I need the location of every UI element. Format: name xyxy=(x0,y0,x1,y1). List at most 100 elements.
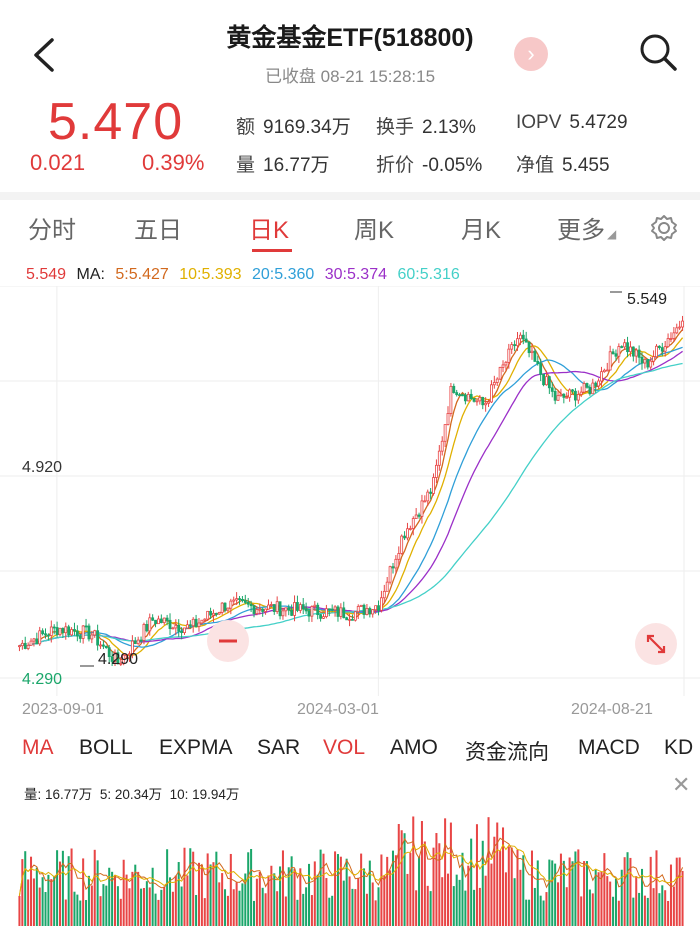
candle-body xyxy=(568,389,572,398)
candle-body xyxy=(518,334,522,340)
next-stock-button[interactable]: › xyxy=(514,37,548,71)
candle-body xyxy=(533,350,537,362)
tab-monthly-k[interactable]: 月K xyxy=(461,210,501,245)
candle-body xyxy=(287,607,291,611)
volume-bar xyxy=(519,869,522,926)
volume-bar xyxy=(580,896,583,926)
volume-bar xyxy=(313,861,316,926)
candle-body xyxy=(374,605,378,611)
volume-bar xyxy=(73,891,76,926)
candle-body xyxy=(229,600,233,609)
volume-bar xyxy=(310,895,313,926)
volume-bar xyxy=(197,862,200,926)
volume-chart[interactable] xyxy=(0,800,700,930)
indicator-macd[interactable]: MACD xyxy=(578,736,640,760)
ma-legend-ma5: 5:5.427 xyxy=(115,266,169,283)
tab-daily-k[interactable]: 日K xyxy=(249,210,289,245)
tab-five-day[interactable]: 五日 xyxy=(134,210,182,245)
volume-bar xyxy=(264,893,267,926)
search-button[interactable] xyxy=(636,30,680,74)
zoom-out-button[interactable] xyxy=(207,620,249,662)
candle-body xyxy=(626,342,629,353)
volume-bar xyxy=(76,894,79,926)
volume-bar xyxy=(426,885,429,926)
candle-body xyxy=(148,617,152,632)
ma30-line xyxy=(19,350,683,647)
tab-more[interactable]: 更多 ◢ xyxy=(557,210,616,245)
candle-body xyxy=(481,396,485,406)
candle-body xyxy=(214,612,218,615)
candle-body xyxy=(681,320,684,328)
volume-bar xyxy=(554,863,557,926)
candle-body xyxy=(49,626,53,636)
volume-bar xyxy=(449,822,452,926)
indicator-ma[interactable]: MA xyxy=(22,736,54,760)
candle-body xyxy=(588,386,592,395)
tab-weekly-k[interactable]: 周K xyxy=(354,210,394,245)
volume-bar xyxy=(105,885,108,926)
stat-nav: 净值 5.455 xyxy=(516,155,610,176)
volume-bar xyxy=(360,853,363,926)
candle-body xyxy=(388,566,392,583)
fullscreen-button[interactable] xyxy=(635,623,677,665)
volume-bar xyxy=(412,816,415,926)
volume-bar xyxy=(226,895,229,926)
ma-legend-ma10: 10:5.393 xyxy=(179,266,242,283)
volume-bar xyxy=(160,889,163,926)
volume-bar xyxy=(41,877,44,926)
volume-bar xyxy=(90,885,93,926)
candle-body xyxy=(55,627,59,636)
volume-bar xyxy=(99,896,102,926)
candlestick-chart[interactable]: 4.920 4.290 5.549 4.290 2023-09-01 2024-… xyxy=(0,286,700,718)
indicator-sar[interactable]: SAR xyxy=(257,736,300,760)
indicator-fund-flow[interactable]: 资金流向 xyxy=(465,736,549,766)
stat-discount: 折价 -0.05% xyxy=(376,155,483,176)
volume-bar xyxy=(418,856,421,926)
candle-body xyxy=(400,535,404,554)
volume-bar xyxy=(221,873,224,926)
indicator-expma[interactable]: EXPMA xyxy=(159,736,233,760)
candle-body xyxy=(490,384,493,403)
volume-bar xyxy=(446,873,450,926)
candle-body xyxy=(174,624,178,629)
candle-body xyxy=(246,602,250,605)
candle-body xyxy=(498,366,502,380)
candle-body xyxy=(102,644,105,647)
volume-bar xyxy=(58,861,62,926)
volume-bar xyxy=(502,827,505,926)
volume-bar xyxy=(87,875,90,926)
tab-intraday[interactable]: 分时 xyxy=(28,210,76,245)
candle-body xyxy=(649,360,653,368)
candle-body xyxy=(296,602,299,611)
candle-body xyxy=(521,334,525,340)
indicator-kd[interactable]: KD xyxy=(664,736,693,760)
volume-bar xyxy=(328,897,331,926)
candle-body xyxy=(272,604,276,612)
volume-bar xyxy=(588,889,591,926)
indicator-vol[interactable]: VOL xyxy=(323,736,365,760)
candle-body xyxy=(200,619,204,624)
close-volume-panel-button[interactable]: ✕ xyxy=(672,772,690,798)
volume-bar xyxy=(85,900,88,926)
candle-body xyxy=(194,618,198,627)
volume-bar xyxy=(478,887,481,926)
candle-body xyxy=(643,359,647,364)
candle-body xyxy=(669,338,673,340)
volume-bar xyxy=(47,874,50,926)
ma5-line xyxy=(19,328,684,661)
candle-body xyxy=(461,394,464,397)
volume-bar xyxy=(342,880,345,926)
volume-bar xyxy=(261,887,264,926)
indicator-boll[interactable]: BOLL xyxy=(79,736,133,760)
candle-body xyxy=(330,608,334,611)
indicator-amo[interactable]: AMO xyxy=(390,736,438,760)
volume-bar xyxy=(354,889,357,926)
min-price-label: 4.290 xyxy=(98,651,138,668)
candle-body xyxy=(70,629,73,636)
volume-bar xyxy=(53,875,56,926)
volume-bar xyxy=(484,875,487,926)
ma-legend-prefix: MA: xyxy=(76,266,105,283)
candle-body xyxy=(391,566,395,569)
volume-bar xyxy=(113,874,117,926)
chart-settings-button[interactable] xyxy=(648,212,680,249)
